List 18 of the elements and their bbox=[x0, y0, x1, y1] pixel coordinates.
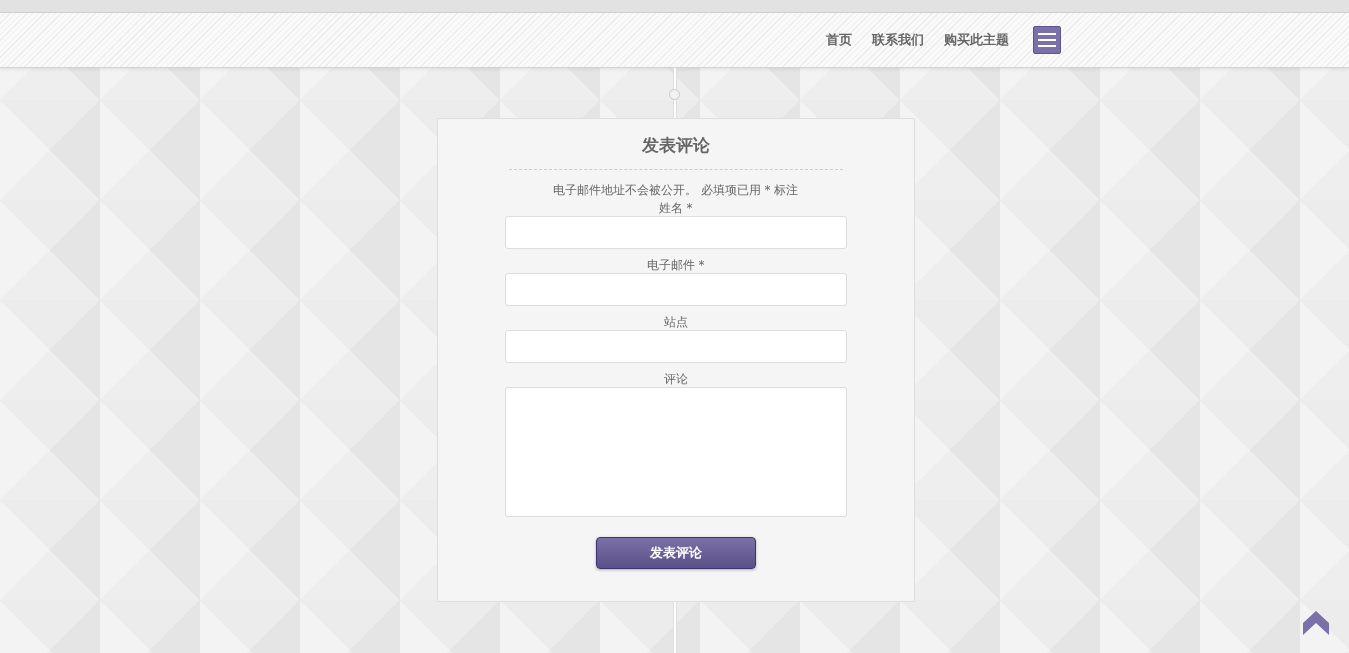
input-field[interactable] bbox=[504, 216, 847, 249]
timeline-dot bbox=[669, 89, 680, 100]
field-label: 电子邮件 * bbox=[646, 257, 705, 273]
nav-link[interactable]: 联系我们 bbox=[872, 31, 924, 49]
nav-link[interactable]: 首页 bbox=[826, 31, 852, 49]
form-title: 发表评论 bbox=[641, 134, 710, 157]
submit-button[interactable]: 发表评论 bbox=[595, 537, 756, 569]
menu-icon bbox=[1037, 32, 1057, 48]
field-label: 评论 bbox=[663, 371, 688, 387]
input-field[interactable] bbox=[504, 330, 847, 363]
menu-button[interactable] bbox=[1033, 26, 1061, 54]
chevron-up-icon[interactable] bbox=[1303, 611, 1329, 635]
input-field[interactable] bbox=[504, 273, 847, 306]
field-label: 站点 bbox=[663, 314, 688, 330]
nav-link[interactable]: 购买此主题 bbox=[944, 31, 1009, 49]
form-notes: 电子邮件地址不会被公开。 必填项已用 * 标注 bbox=[552, 182, 799, 198]
comment-textarea[interactable] bbox=[504, 387, 847, 517]
field-label: 姓名 * bbox=[658, 200, 693, 216]
